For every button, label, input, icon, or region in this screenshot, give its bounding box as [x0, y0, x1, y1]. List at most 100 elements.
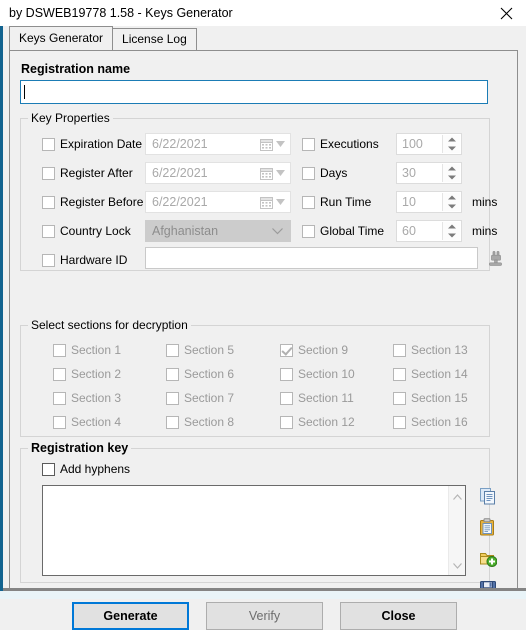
checkbox-label: Section 12	[298, 415, 355, 429]
generate-button[interactable]: Generate	[72, 602, 189, 630]
register-after-date-picker[interactable]: 6/22/2021	[145, 162, 291, 184]
checkbox-section-12[interactable]: Section 12	[280, 415, 355, 429]
checkbox-box	[302, 137, 315, 151]
expiration-date-picker[interactable]: 6/22/2021	[145, 133, 291, 155]
close-button[interactable]: Close	[340, 602, 457, 630]
run-time-stepper[interactable]: 10	[396, 191, 462, 213]
tab-license-log[interactable]: License Log	[112, 28, 197, 50]
checkbox-register-before[interactable]: Register Before	[42, 195, 143, 209]
chevron-down-icon	[272, 227, 290, 235]
tab-keys-generator[interactable]: Keys Generator	[9, 26, 114, 50]
checkbox-label: Section 7	[184, 391, 235, 405]
sections-title: Select sections for decryption	[28, 318, 191, 332]
checkbox-section-3[interactable]: Section 3	[53, 391, 121, 405]
checkbox-hardware-id[interactable]: Hardware ID	[42, 253, 127, 267]
checkbox-section-4[interactable]: Section 4	[53, 415, 121, 429]
stepper-up-icon[interactable]	[443, 135, 460, 144]
checkbox-box	[42, 137, 55, 151]
stepper-down-icon[interactable]	[443, 231, 460, 240]
checkbox-days[interactable]: Days	[302, 166, 347, 180]
register-before-date-picker[interactable]: 6/22/2021	[145, 191, 291, 213]
stepper-down-icon[interactable]	[443, 202, 460, 211]
checkbox-section-15[interactable]: Section 15	[393, 391, 468, 405]
checkbox-section-5[interactable]: Section 5	[166, 343, 234, 357]
checkbox-expiration-date[interactable]: Expiration Date	[42, 137, 142, 151]
stepper-value: 60	[402, 224, 416, 238]
registration-key-text[interactable]	[43, 486, 448, 575]
days-stepper[interactable]: 30	[396, 162, 462, 184]
checkbox-register-after[interactable]: Register After	[42, 166, 133, 180]
stepper-up-icon[interactable]	[443, 193, 460, 202]
hardware-id-input[interactable]	[145, 247, 478, 269]
checkbox-section-1[interactable]: Section 1	[53, 343, 121, 357]
checkbox-box	[53, 391, 66, 405]
checkbox-box	[42, 195, 55, 209]
calendar-dropdown[interactable]	[260, 167, 290, 180]
calendar-icon	[260, 167, 273, 180]
calendar-dropdown[interactable]	[260, 138, 290, 151]
executions-stepper[interactable]: 100	[396, 133, 462, 155]
checkbox-country-lock[interactable]: Country Lock	[42, 224, 131, 238]
checkbox-label: Section 15	[411, 391, 468, 405]
checkbox-run-time[interactable]: Run Time	[302, 195, 371, 209]
calendar-dropdown[interactable]	[260, 196, 290, 209]
chevron-down-icon	[276, 170, 285, 176]
sections-group: Select sections for decryption Section 1…	[20, 318, 490, 437]
chevron-down-icon[interactable]	[452, 558, 462, 572]
checkbox-executions[interactable]: Executions	[302, 137, 379, 151]
tab-strip: Keys Generator License Log	[0, 26, 526, 50]
calendar-icon	[260, 196, 273, 209]
checkbox-section-14[interactable]: Section 14	[393, 367, 468, 381]
checkbox-box	[42, 462, 55, 476]
checkbox-section-13[interactable]: Section 13	[393, 343, 468, 357]
stepper-up-icon[interactable]	[443, 164, 460, 173]
registration-key-scrollbar[interactable]	[448, 486, 465, 575]
checkbox-box	[53, 367, 66, 381]
checkbox-section-8[interactable]: Section 8	[166, 415, 234, 429]
stepper-down-icon[interactable]	[443, 144, 460, 153]
tab-label: License Log	[122, 32, 187, 46]
stepper-down-icon[interactable]	[443, 173, 460, 182]
checkbox-section-9[interactable]: Section 9	[280, 343, 348, 357]
add-license-icon[interactable]	[478, 548, 498, 568]
checkbox-box	[280, 367, 293, 381]
global-time-stepper[interactable]: 60	[396, 220, 462, 242]
stepper-buttons[interactable]	[442, 222, 460, 240]
checkbox-section-6[interactable]: Section 6	[166, 367, 234, 381]
registration-name-label: Registration name	[21, 62, 131, 76]
checkbox-add-hyphens[interactable]: Add hyphens	[42, 462, 130, 476]
checkbox-box	[53, 415, 66, 429]
copy-icon[interactable]	[478, 486, 498, 506]
chevron-up-icon[interactable]	[452, 489, 462, 503]
checkbox-label: Add hyphens	[60, 462, 131, 476]
checkbox-label: Section 16	[411, 415, 468, 429]
plug-icon[interactable]	[485, 247, 505, 269]
stepper-up-icon[interactable]	[443, 222, 460, 231]
checkbox-box	[280, 391, 293, 405]
stepper-buttons[interactable]	[442, 193, 460, 211]
close-icon[interactable]	[486, 0, 526, 26]
run-time-unit-label: mins	[472, 195, 498, 209]
checkbox-label: Run Time	[320, 195, 372, 209]
checkbox-section-16[interactable]: Section 16	[393, 415, 468, 429]
registration-key-textarea[interactable]	[42, 485, 466, 576]
verify-button[interactable]: Verify	[206, 602, 323, 630]
stepper-value: 100	[402, 137, 423, 151]
checkbox-global-time[interactable]: Global Time	[302, 224, 384, 238]
registration-key-title: Registration key	[28, 441, 132, 455]
stepper-value: 10	[402, 195, 416, 209]
checkbox-section-10[interactable]: Section 10	[280, 367, 355, 381]
checkbox-section-7[interactable]: Section 7	[166, 391, 234, 405]
checkbox-section-2[interactable]: Section 2	[53, 367, 121, 381]
stepper-buttons[interactable]	[442, 135, 460, 153]
country-lock-select[interactable]: Afghanistan	[145, 220, 291, 242]
window-title: by DSWEB19778 1.58 - Keys Generator	[9, 6, 233, 20]
registration-name-input[interactable]	[20, 80, 488, 104]
date-value: 6/22/2021	[152, 195, 208, 209]
checkbox-box	[53, 343, 66, 357]
paste-icon[interactable]	[478, 517, 498, 537]
checkbox-label: Section 3	[71, 391, 122, 405]
checkbox-box	[42, 224, 55, 238]
stepper-buttons[interactable]	[442, 164, 460, 182]
checkbox-section-11[interactable]: Section 11	[280, 391, 354, 405]
